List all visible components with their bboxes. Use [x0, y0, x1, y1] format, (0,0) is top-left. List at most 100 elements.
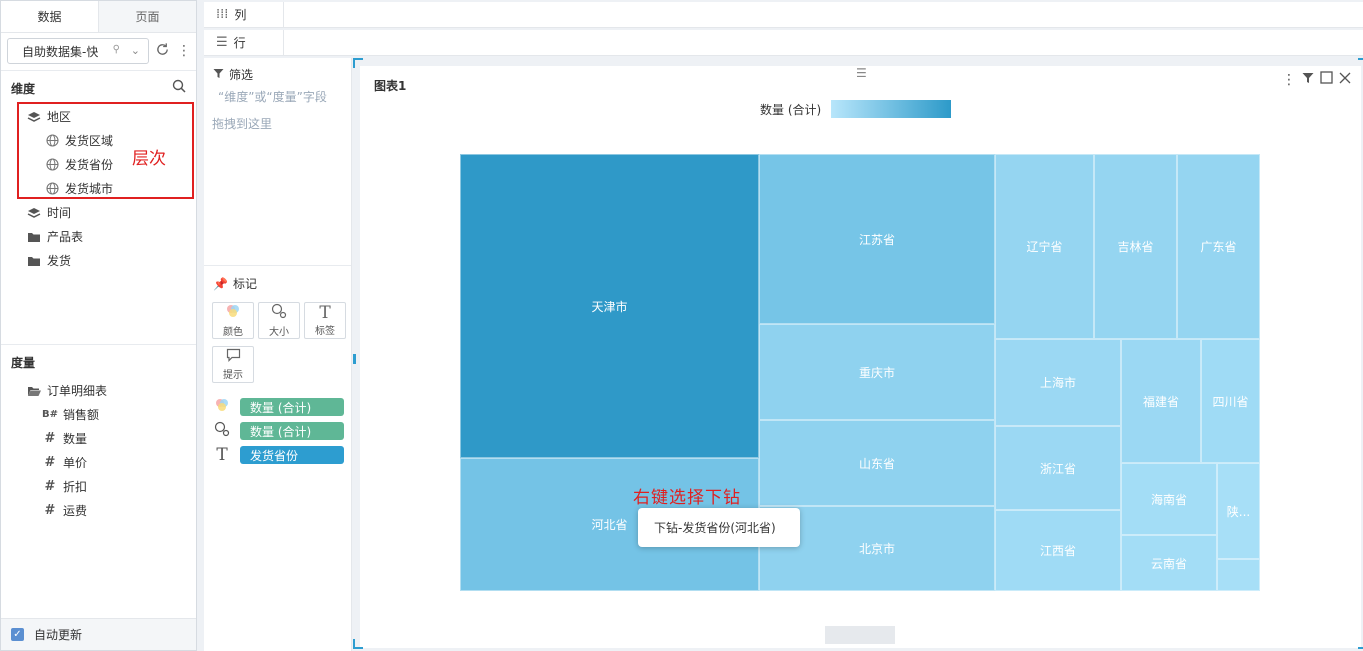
treemap-cell[interactable]: 江西省	[995, 510, 1121, 591]
app-root: 数据 页面 自助数据集-快 ⚲ ⌄ ⋮ 维度 地区 发货区域 发货省份 发货城市…	[0, 0, 1363, 651]
resize-handle-left[interactable]	[353, 354, 356, 364]
panel-tabs: 数据 页面	[1, 1, 196, 33]
context-menu-drilldown-item[interactable]: 下钻-发货省份(河北省)	[654, 519, 776, 536]
treemap-cell[interactable]: 江苏省	[759, 154, 995, 324]
mark-tooltip-button[interactable]: 提示	[212, 346, 254, 383]
measure-item-unit-price[interactable]: # 单价	[42, 454, 87, 471]
treemap-cell[interactable]: 山东省	[759, 420, 995, 506]
rows-shelf-label: ☰ 行	[204, 30, 284, 55]
mark-color-button[interactable]: 颜色	[212, 302, 254, 339]
rows-label: 行	[233, 36, 246, 50]
measure-label: 数量	[63, 432, 88, 446]
measure-label: 订单明细表	[47, 384, 108, 398]
treemap-chart: 天津市 河北省 江苏省 重庆市 山东省 北京市 辽宁省 吉林省 广东省 上海市 浙江省 江西省 福建省四…	[460, 154, 1260, 591]
mark-label-label: 标签	[315, 325, 335, 337]
measure-item-order-detail[interactable]: 订单明细表	[26, 382, 107, 399]
more-icon[interactable]: ⋮	[1282, 72, 1296, 88]
calc-field-icon: B#	[42, 409, 59, 420]
color-icon	[212, 397, 232, 417]
resize-corner-bottom-left[interactable]	[353, 639, 363, 649]
hash-icon: #	[44, 431, 56, 446]
label-icon: T	[216, 445, 228, 465]
refresh-icon[interactable]	[153, 42, 171, 61]
dimension-label: 时间	[47, 206, 72, 220]
columns-shelf[interactable]: ⁞⁞⁞ 列	[204, 2, 1363, 28]
hash-icon: #	[44, 479, 56, 494]
more-icon[interactable]: ⋮	[175, 43, 193, 59]
drag-handle-icon[interactable]: ☰	[856, 66, 867, 80]
drill-annotation: 右键选择下钻	[633, 488, 741, 508]
size-icon	[271, 303, 287, 323]
measure-item-quantity[interactable]: # 数量	[42, 430, 87, 447]
mark-color-label: 颜色	[223, 327, 243, 338]
chart-title: 图表1	[374, 79, 407, 93]
treemap-cell[interactable]: 云南省	[1121, 535, 1217, 591]
dataset-select-value: 自助数据集-快	[22, 44, 99, 59]
divider	[1, 344, 196, 345]
color-field-pill[interactable]: 数量 (合计)	[240, 398, 344, 416]
treemap-cell[interactable]: 吉林省	[1094, 154, 1177, 339]
mark-label-button[interactable]: T 标签	[304, 302, 346, 339]
folder-icon	[26, 254, 42, 268]
treemap-cell[interactable]: 天津市	[460, 154, 759, 458]
chart-widget[interactable]: ☰ 图表1 ⋮ 数量 (合计) 天津市 河北省 江苏省 重庆市 山东省 北京市 辽宁省 吉林省…	[353, 58, 1363, 649]
filter-icon	[213, 68, 224, 82]
treemap-cell[interactable]: 上海市	[995, 339, 1121, 426]
dataset-row: 自助数据集-快 ⚲ ⌄ ⋮	[7, 38, 193, 64]
rows-shelf[interactable]: ☰ 行	[204, 30, 1363, 56]
legend-label: 数量 (合计)	[760, 102, 822, 117]
scrollbar[interactable]	[825, 626, 895, 644]
size-field-pill[interactable]: 数量 (合计)	[240, 422, 344, 440]
close-icon[interactable]	[1339, 72, 1351, 88]
filter-header: 筛选	[213, 66, 253, 83]
tab-data[interactable]: 数据	[1, 1, 98, 32]
label-field-pill[interactable]: 发货省份	[240, 446, 344, 464]
context-menu: 下钻-发货省份(河北省)	[638, 508, 800, 547]
treemap-cell[interactable]: 福建省	[1121, 339, 1201, 463]
treemap-cell[interactable]: 陕...	[1217, 463, 1260, 559]
dimensions-title: 维度	[11, 82, 36, 96]
search-icon: ⚲	[112, 44, 120, 55]
dimension-item-product-table[interactable]: 产品表	[26, 228, 83, 245]
treemap-cell[interactable]: 海南省	[1121, 463, 1217, 535]
measure-item-freight[interactable]: # 运费	[42, 502, 87, 519]
auto-update-toggle[interactable]: ✓ 自动更新	[1, 618, 196, 650]
divider	[204, 265, 351, 266]
hierarchy-annotation: 层次	[132, 149, 166, 169]
dimension-label: 发货	[47, 254, 72, 268]
dimension-item-time[interactable]: 时间	[26, 204, 71, 221]
search-icon[interactable]	[172, 79, 186, 96]
resize-corner-top-right[interactable]	[1358, 58, 1363, 68]
chart-toolbar: ⋮	[1282, 71, 1351, 88]
dimension-item-shipping[interactable]: 发货	[26, 252, 71, 269]
resize-corner-bottom-right[interactable]	[1358, 639, 1363, 649]
treemap-cell[interactable]: 广东省	[1177, 154, 1260, 339]
treemap-cell[interactable]: 四川省	[1201, 339, 1260, 463]
measure-label: 销售额	[63, 408, 100, 422]
measure-label: 运费	[63, 504, 88, 518]
measure-item-discount[interactable]: # 折扣	[42, 478, 87, 495]
color-icon	[225, 303, 241, 323]
tab-page[interactable]: 页面	[98, 1, 196, 32]
folder-icon	[26, 230, 42, 244]
mark-pill-row: 数量 (合计)	[212, 397, 344, 417]
mark-tooltip-label: 提示	[223, 370, 243, 381]
treemap-cell[interactable]: 辽宁省	[995, 154, 1094, 339]
marks-header: 📌 标记	[213, 275, 257, 292]
mark-pill-row: T 发货省份	[212, 445, 344, 465]
checkbox-checked-icon[interactable]: ✓	[11, 628, 24, 641]
pin-icon: 📌	[213, 276, 228, 291]
folder-open-icon	[26, 384, 42, 398]
mark-size-button[interactable]: 大小	[258, 302, 300, 339]
treemap-cell[interactable]: 浙江省	[995, 426, 1121, 510]
treemap-cell[interactable]: 重庆市	[759, 324, 995, 420]
resize-corner-top-left[interactable]	[353, 58, 363, 68]
hierarchy-highlight	[17, 102, 194, 199]
measure-item-sales[interactable]: B# 销售额	[42, 406, 99, 423]
divider	[1, 70, 196, 71]
treemap-cell[interactable]	[1217, 559, 1260, 591]
layers-icon	[26, 206, 42, 220]
dataset-select[interactable]: 自助数据集-快 ⚲ ⌄	[7, 38, 149, 64]
maximize-icon[interactable]	[1320, 71, 1333, 88]
filter-icon[interactable]	[1302, 72, 1314, 88]
